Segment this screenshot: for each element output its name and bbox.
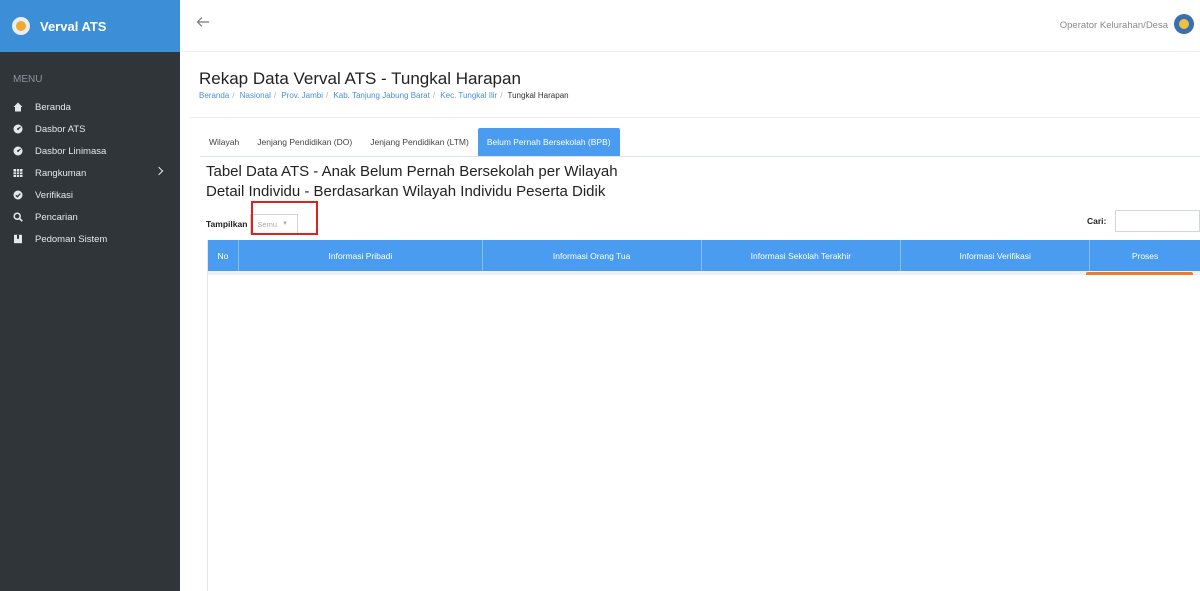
proses-button[interactable] <box>1086 272 1193 275</box>
column-header-informasi-verifikasi[interactable]: Informasi Verifikasi <box>901 240 1091 271</box>
gauge-icon <box>13 146 23 156</box>
breadcrumb-link[interactable]: Beranda <box>199 91 229 100</box>
content-panel: Wilayah Jenjang Pendidikan (DO) Jenjang … <box>190 117 1200 591</box>
sidebar-item-dasbor-ats[interactable]: Dasbor ATS <box>0 118 180 140</box>
column-header-proses[interactable]: Proses <box>1090 240 1200 271</box>
sidebar-item-label: Pencarian <box>35 211 78 223</box>
topbar: Operator Kelurahan/Desa <box>180 0 1200 52</box>
chevron-right-icon <box>154 166 164 176</box>
sidebar-item-verifikasi[interactable]: Verifikasi <box>0 184 180 206</box>
sidebar-item-beranda[interactable]: Beranda <box>0 96 180 118</box>
breadcrumb-link[interactable]: Kab. Tanjung Jabung Barat <box>333 91 429 100</box>
column-header-informasi-pribadi[interactable]: Informasi Pribadi <box>239 240 483 271</box>
page-title: Rekap Data Verval ATS - Tungkal Harapan <box>199 69 521 88</box>
table-row <box>208 271 1200 275</box>
back-arrow-icon[interactable] <box>196 15 216 35</box>
gauge-icon <box>13 124 23 134</box>
table-header: No Informasi Pribadi Informasi Orang Tua… <box>208 240 1200 271</box>
book-icon <box>13 234 23 244</box>
sidebar-item-label: Pedoman Sistem <box>35 233 108 245</box>
home-icon <box>13 102 23 112</box>
sidebar-item-pedoman-sistem[interactable]: Pedoman Sistem <box>0 228 180 250</box>
breadcrumb-link[interactable]: Kec. Tungkal Ilir <box>440 91 497 100</box>
section-subtitle: Detail Individu - Berdasarkan Wilayah In… <box>206 183 606 200</box>
logo-icon <box>12 17 30 35</box>
breadcrumb: Beranda / Nasional / Prov. Jambi / Kab. Tan… <box>199 91 569 100</box>
column-header-no[interactable]: No <box>208 240 239 271</box>
section-title: Tabel Data ATS - Anak Belum Pernah Berse… <box>206 163 618 180</box>
brand[interactable]: Verval ATS <box>0 0 180 52</box>
sidebar-item-label: Dasbor ATS <box>35 123 86 135</box>
sidebar: Verval ATS MENU Beranda Dasbor ATS Dasbo… <box>0 0 180 591</box>
sidebar-item-label: Beranda <box>35 101 71 113</box>
data-table: No Informasi Pribadi Informasi Orang Tua… <box>207 240 1200 591</box>
sidebar-item-label: Verifikasi <box>35 189 74 201</box>
sidebar-item-pencarian[interactable]: Pencarian <box>0 206 180 228</box>
column-header-informasi-orang-tua[interactable]: Informasi Orang Tua <box>483 240 702 271</box>
sidebar-item-dasbor-linimasa[interactable]: Dasbor Linimasa <box>0 140 180 162</box>
menu-header: MENU <box>13 74 43 85</box>
tab-wilayah[interactable]: Wilayah <box>200 128 248 156</box>
tab-divider <box>200 156 1200 157</box>
table-icon <box>13 168 23 178</box>
app-title: Verval ATS <box>40 18 107 34</box>
tab-belum-pernah-bersekolah[interactable]: Belum Pernah Bersekolah (BPB) <box>477 128 620 156</box>
tab-jenjang-do[interactable]: Jenjang Pendidikan (DO) <box>248 128 361 156</box>
breadcrumb-link[interactable]: Nasional <box>240 91 271 100</box>
highlight-annotation <box>251 201 318 235</box>
search-label: Cari: <box>1087 216 1107 226</box>
search-icon <box>13 212 23 222</box>
sidebar-item-rangkuman[interactable]: Rangkuman <box>0 162 180 184</box>
breadcrumb-link[interactable]: Prov. Jambi <box>281 91 323 100</box>
tab-jenjang-ltm[interactable]: Jenjang Pendidikan (LTM) <box>361 128 478 156</box>
check-circle-icon <box>13 190 23 200</box>
avatar[interactable] <box>1174 14 1194 34</box>
search-input[interactable] <box>1115 210 1200 232</box>
sidebar-item-label: Dasbor Linimasa <box>35 145 107 157</box>
user-role-label[interactable]: Operator Kelurahan/Desa <box>1060 20 1168 31</box>
sidebar-item-label: Rangkuman <box>35 167 87 179</box>
column-header-informasi-sekolah-terakhir[interactable]: Informasi Sekolah Terakhir <box>702 240 902 271</box>
breadcrumb-current: Tungkal Harapan <box>507 91 569 100</box>
length-label: Tampilkan <box>206 219 248 229</box>
tab-bar: Wilayah Jenjang Pendidikan (DO) Jenjang … <box>200 128 620 156</box>
